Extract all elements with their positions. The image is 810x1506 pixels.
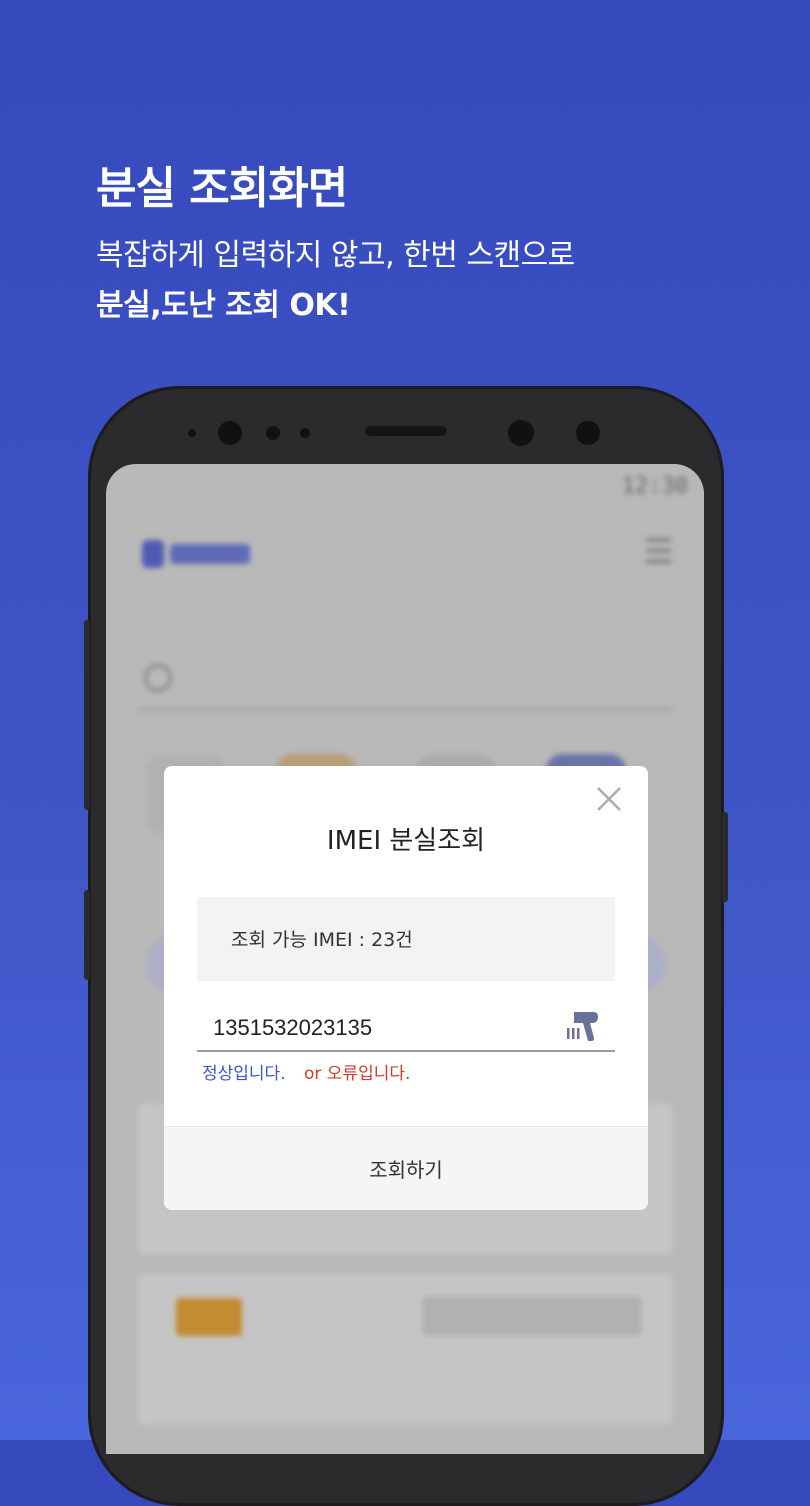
proximity-sensor (266, 426, 280, 440)
imei-count-label: 조회 가능 IMEI : 23건 (231, 929, 413, 951)
close-icon[interactable] (594, 784, 624, 814)
volume-button (84, 620, 90, 810)
imei-input[interactable] (197, 1006, 615, 1052)
status-error-text: or 오류입니다. (304, 1064, 411, 1084)
barcode-scanner-icon[interactable] (564, 1006, 604, 1046)
earpiece-speaker (365, 426, 447, 436)
front-camera (218, 421, 242, 445)
dialog-title: IMEI 분실조회 (326, 826, 486, 856)
status-normal-text: 정상입니다. (202, 1064, 286, 1084)
imei-count-box: 조회 가능 IMEI : 23건 (197, 897, 615, 981)
imei-lookup-dialog: IMEI 분실조회 조회 가능 IMEI : 23건 정상입니다. or 오류입… (164, 766, 648, 1210)
side-button (84, 890, 90, 980)
promo-subtitle: 복잡하게 입력하지 않고, 한번 스캔으로 (96, 238, 575, 273)
promo-highlight: 분실,도난 조회 OK! (96, 288, 351, 323)
iris-camera (508, 420, 534, 446)
iris-scanner (576, 421, 600, 445)
sensor-dot (188, 429, 196, 437)
lookup-button[interactable]: 조회하기 (164, 1126, 648, 1210)
power-button (722, 812, 728, 902)
promo-title: 분실 조회화면 (96, 163, 348, 214)
light-sensor (300, 428, 310, 438)
